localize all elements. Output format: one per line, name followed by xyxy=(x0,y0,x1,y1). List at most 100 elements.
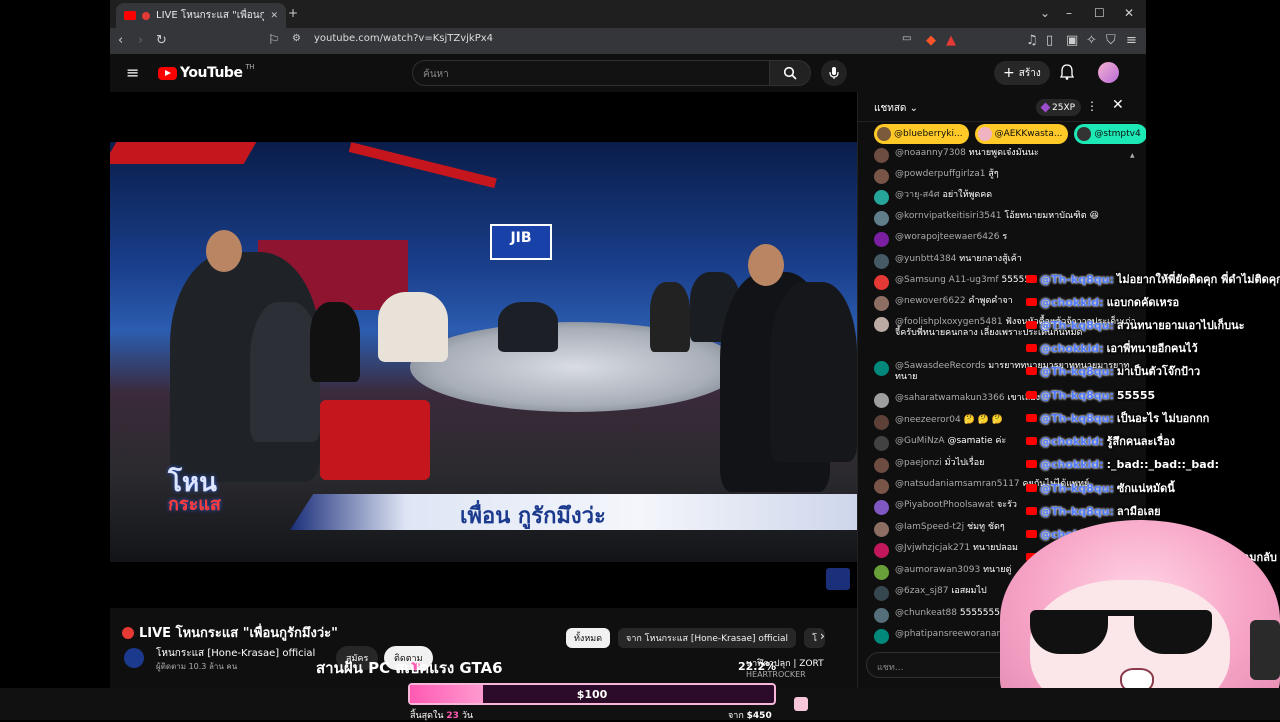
chat-author-name[interactable]: @paejonzi xyxy=(895,458,942,468)
chat-author-avatar[interactable] xyxy=(874,254,889,269)
chat-input[interactable]: แชท... xyxy=(866,652,1016,678)
chat-author-avatar[interactable] xyxy=(874,479,889,494)
chat-scroll-up-icon[interactable]: ▲ xyxy=(1130,152,1135,159)
chat-author-avatar[interactable] xyxy=(874,458,889,473)
chat-author-avatar[interactable] xyxy=(874,586,889,601)
chat-author-avatar[interactable] xyxy=(874,565,889,580)
donation-amount: $100 xyxy=(576,688,608,701)
chat-message[interactable]: @noaanny7308 ทนายพูดเจ๋งมั่นนะ xyxy=(874,148,1136,166)
chat-author-avatar[interactable] xyxy=(874,169,889,184)
maximize-button[interactable]: ☐ xyxy=(1094,6,1105,20)
chat-author-avatar[interactable] xyxy=(874,361,889,376)
chips-next-arrow-icon[interactable]: › xyxy=(820,629,825,643)
chat-author-name[interactable]: @saharatwamakun3366 xyxy=(895,393,1005,403)
chat-author-name[interactable]: @วายุ-ส4ศ xyxy=(895,190,940,200)
chat-author-name[interactable]: @neezeeror04 xyxy=(895,415,961,425)
ticker-item[interactable]: @blueberryki... xyxy=(874,124,969,144)
chat-author-avatar[interactable] xyxy=(874,608,889,623)
chat-author-name[interactable]: @kornvipatkeitisiri3541 xyxy=(895,211,1001,221)
new-tab-button[interactable]: + xyxy=(288,6,298,20)
chat-author-name[interactable]: @IamSpeed-t2j xyxy=(895,522,964,532)
extensions-icon[interactable]: ✧ xyxy=(1086,33,1097,48)
chip-from-channel[interactable]: จาก โหนกระแส [Hone-Krasae] official xyxy=(618,628,797,648)
chat-author-avatar[interactable] xyxy=(874,148,889,163)
menu-icon[interactable]: ≡ xyxy=(1126,33,1137,48)
chat-author-name[interactable]: @6zax_sj87 xyxy=(895,586,948,596)
chat-author-name[interactable]: @natsudaniamsamran5117 xyxy=(895,479,1020,489)
cast-icon[interactable]: ▭ xyxy=(902,33,911,44)
chat-author-name[interactable]: @powderpuffgirlza1 xyxy=(895,169,986,179)
chip-all[interactable]: ทั้งหมด xyxy=(566,628,611,648)
channel-name[interactable]: โหนกระแส [Hone-Krasae] official xyxy=(156,646,315,661)
media-icon[interactable]: ♫ xyxy=(1026,33,1038,48)
chat-author-avatar[interactable] xyxy=(874,275,889,290)
chat-author-name[interactable]: @worapojteewaer6426 xyxy=(895,232,999,242)
chat-author-avatar[interactable] xyxy=(874,317,889,332)
chat-author-avatar[interactable] xyxy=(874,232,889,247)
chat-message[interactable]: @powderpuffgirlza1 สู้ๆ xyxy=(874,169,1136,187)
chat-author-name[interactable]: @chunkeat88 xyxy=(895,608,957,618)
create-button[interactable]: + สร้าง xyxy=(994,61,1050,85)
chat-mode-selector[interactable]: แชทสด ⌄ xyxy=(874,101,918,116)
hamburger-menu-icon[interactable]: ≡ xyxy=(126,63,139,82)
chat-author-avatar[interactable] xyxy=(874,522,889,537)
close-window-button[interactable]: ✕ xyxy=(1124,6,1134,20)
ticker-item[interactable]: @AEKKwasta... xyxy=(974,124,1069,144)
chat-author-name[interactable]: @yunbtt4384 xyxy=(895,254,956,264)
chat-more-icon[interactable]: ⋮ xyxy=(1086,99,1098,113)
minimize-button[interactable]: – xyxy=(1066,6,1072,20)
chat-author-name[interactable]: @phatipansreeworanan9 xyxy=(895,629,1008,639)
youtube-logo[interactable]: YouTube TH xyxy=(158,63,254,81)
tab-close-icon[interactable]: ✕ xyxy=(270,11,278,21)
back-arrow-icon[interactable]: ‹ xyxy=(118,33,123,48)
site-info-icon[interactable]: ⚙ xyxy=(292,33,301,44)
browser-tab[interactable]: LIVE โหนกระแส "เพื่อนกูรักมึงว่ะ" ✕ xyxy=(116,3,286,28)
chat-author-avatar[interactable] xyxy=(874,500,889,515)
notifications-bell-icon[interactable] xyxy=(1060,64,1074,80)
chat-author-avatar[interactable] xyxy=(874,296,889,311)
chat-close-icon[interactable]: ✕ xyxy=(1112,97,1124,113)
chat-message[interactable]: @kornvipatkeitisiri3541 โอ้ยทนายมหาบัณฑิ… xyxy=(874,211,1136,229)
search-input[interactable]: ค้นหา xyxy=(412,60,770,86)
ticker-item[interactable]: @stmptv4 xyxy=(1074,124,1146,144)
chat-author-avatar[interactable] xyxy=(874,393,889,408)
channel-avatar[interactable] xyxy=(124,648,144,668)
chat-author-avatar[interactable] xyxy=(874,190,889,205)
chat-author-avatar[interactable] xyxy=(874,543,889,558)
chat-message[interactable]: @วายุ-ส4ศ อย่าให้พูดคด xyxy=(874,190,1136,208)
chat-author-name[interactable]: @newover6622 xyxy=(895,296,966,306)
chat-author-name[interactable]: @foolishplxoxygen5481 xyxy=(895,317,1003,327)
chat-author-avatar[interactable] xyxy=(874,415,889,430)
chat-author-name[interactable]: @GuMiNzA xyxy=(895,436,945,446)
search-button[interactable] xyxy=(769,60,811,86)
sidebar-icon[interactable]: ▯ xyxy=(1046,33,1053,48)
chat-message[interactable]: @worapojteewaer6426 ร xyxy=(874,232,1136,250)
taskbar-app-icon[interactable] xyxy=(794,697,808,711)
chat-author-name[interactable]: @SawasdeeRecords xyxy=(895,361,985,371)
chat-author-name[interactable]: @PiyabootPhoolsawat xyxy=(895,500,994,510)
bookmark-icon[interactable]: ⚐ xyxy=(268,33,280,48)
voice-search-button[interactable] xyxy=(821,60,847,86)
chat-author-name[interactable]: @Jvjwhzjcjak271 xyxy=(895,543,970,553)
reload-icon[interactable]: ↻ xyxy=(156,33,167,48)
vpn-icon[interactable]: ⛉ xyxy=(1106,33,1116,48)
video-player[interactable]: JIB เพื่อน กูรักมึงว่ะ โหน กระแส xyxy=(110,92,857,608)
chat-author-name[interactable]: @noaanny7308 xyxy=(895,148,966,158)
url-field[interactable]: youtube.com/watch?v=KsjTZvjkPx4 xyxy=(314,33,493,44)
brave-shield-icon[interactable]: ◆ xyxy=(926,33,936,48)
chat-author-name[interactable]: @Samsung A11-ug3mf xyxy=(895,275,999,285)
account-avatar[interactable] xyxy=(1098,62,1119,83)
tab-search-icon[interactable]: ⌄ xyxy=(1040,6,1050,20)
rewards-icon[interactable]: ▲ xyxy=(946,33,956,48)
chat-author-name[interactable]: @aumorawan3093 xyxy=(895,565,980,575)
chat-author-avatar[interactable] xyxy=(874,436,889,451)
overlay-chat-user: @Th-kq8qu: xyxy=(1040,364,1114,378)
chat-author-avatar[interactable] xyxy=(874,211,889,226)
forward-arrow-icon[interactable]: › xyxy=(138,33,143,48)
chat-message[interactable]: @yunbtt4384 ทนายกลางสู้เค้า xyxy=(874,254,1136,272)
overlay-chat-text: ส่วนทนายอามเอาไปเก็บนะ xyxy=(1116,319,1245,332)
wallet-icon[interactable]: ▣ xyxy=(1066,33,1078,48)
chat-author-avatar[interactable] xyxy=(874,629,889,644)
overlay-chat-line: @chokkid: เอาพี่ทนายอีกคนไว้ xyxy=(1026,340,1198,356)
xp-badge[interactable]: 25XP xyxy=(1036,99,1082,116)
